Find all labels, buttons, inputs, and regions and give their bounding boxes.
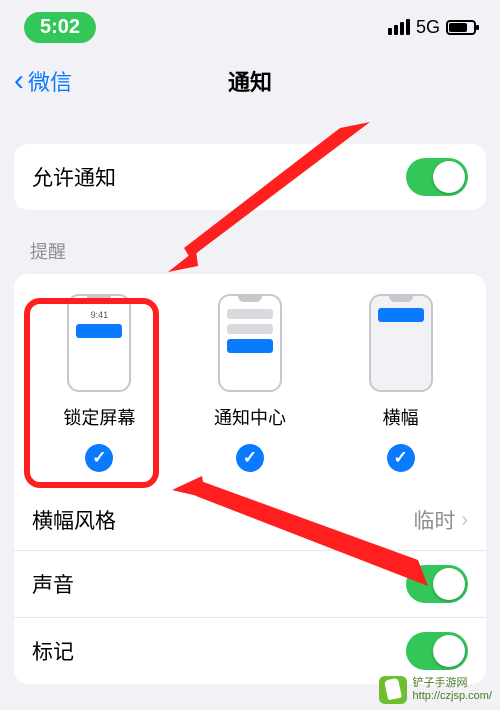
chevron-left-icon: ‹	[14, 64, 24, 98]
watermark-logo-icon	[379, 676, 407, 704]
chevron-right-icon: ›	[461, 509, 468, 532]
badge-row: 标记	[14, 617, 486, 684]
sound-row: 声音	[14, 550, 486, 617]
page-title: 通知	[228, 65, 272, 97]
lockscreen-label: 锁定屏幕	[63, 404, 135, 430]
allow-label: 允许通知	[32, 162, 116, 192]
banner-preview-icon	[369, 294, 433, 392]
banner-style-row[interactable]: 横幅风格 临时 ›	[14, 490, 486, 550]
status-bar: 5:02 5G	[0, 0, 500, 54]
sound-label: 声音	[32, 569, 74, 599]
alert-opt-lockscreen[interactable]: 9:41 锁定屏幕 ✓	[34, 294, 164, 472]
watermark-line1: 铲子手游网	[413, 677, 492, 690]
center-check-icon: ✓	[236, 444, 264, 472]
lockscreen-check-icon: ✓	[85, 444, 113, 472]
allow-card: 允许通知	[14, 144, 486, 210]
center-label: 通知中心	[214, 404, 286, 430]
banner-label: 横幅	[383, 404, 419, 430]
alert-opt-center[interactable]: 通知中心 ✓	[185, 294, 315, 472]
sound-toggle[interactable]	[406, 565, 468, 603]
battery-icon	[446, 20, 476, 35]
watermark: 铲子手游网 http://czjsp.com/	[379, 676, 492, 704]
alerts-card: 9:41 锁定屏幕 ✓ 通知中心 ✓ 横幅 ✓ 横幅风格	[14, 274, 486, 684]
status-time-pill: 5:02	[24, 12, 96, 43]
watermark-line2: http://czjsp.com/	[413, 690, 492, 703]
badge-toggle[interactable]	[406, 632, 468, 670]
banner-style-label: 横幅风格	[32, 505, 116, 535]
alerts-row: 9:41 锁定屏幕 ✓ 通知中心 ✓ 横幅 ✓	[14, 274, 486, 490]
allow-toggle[interactable]	[406, 158, 468, 196]
lockscreen-time: 9:41	[91, 310, 109, 320]
center-preview-icon	[218, 294, 282, 392]
status-right: 5G	[388, 17, 476, 38]
nav-header: ‹ 微信 通知	[0, 54, 500, 108]
banner-check-icon: ✓	[387, 444, 415, 472]
back-button[interactable]: ‹ 微信	[14, 64, 72, 98]
allow-notifications-row: 允许通知	[14, 144, 486, 210]
banner-style-value: 临时 ›	[413, 505, 468, 535]
back-label: 微信	[28, 65, 72, 97]
badge-label: 标记	[32, 636, 74, 666]
lockscreen-preview-icon: 9:41	[67, 294, 131, 392]
network-label: 5G	[416, 17, 440, 38]
alert-opt-banner[interactable]: 横幅 ✓	[336, 294, 466, 472]
signal-icon	[388, 19, 410, 35]
alerts-section-header: 提醒	[30, 238, 470, 264]
